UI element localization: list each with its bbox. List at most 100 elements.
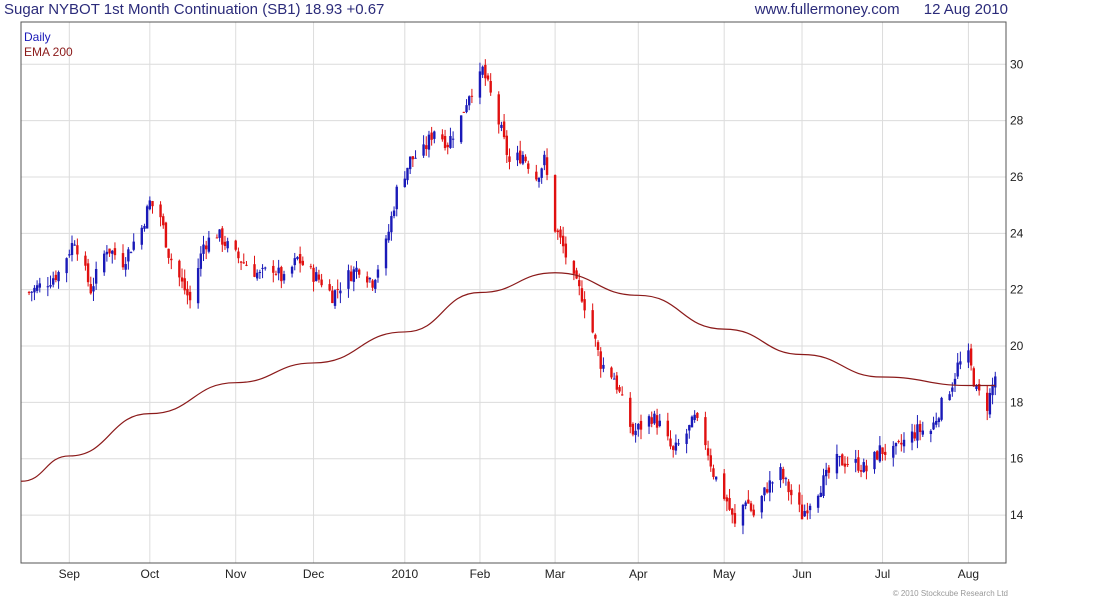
candle	[502, 114, 506, 140]
candle-body	[693, 414, 696, 420]
candle-body	[768, 480, 772, 493]
candle	[714, 476, 718, 482]
candle	[108, 248, 111, 257]
candle-body	[349, 271, 353, 281]
candle-body	[543, 154, 546, 166]
candle	[857, 449, 860, 473]
y-tick-label: 22	[1010, 283, 1024, 297]
candle-body	[215, 237, 219, 239]
candle-body	[113, 248, 117, 256]
candle-body	[535, 171, 538, 180]
candle	[38, 277, 41, 293]
x-axis: Sep Oct Nov Dec 2010 Feb Mar Apr May Jun Jul Aug	[59, 567, 979, 581]
candle	[916, 415, 919, 449]
candle-body	[317, 274, 321, 280]
candle	[105, 245, 109, 262]
candle	[132, 233, 135, 252]
candle-body	[655, 415, 659, 428]
candle	[556, 228, 559, 240]
candle	[253, 255, 256, 278]
candle	[969, 343, 973, 371]
candle-body	[65, 258, 68, 274]
candle-body	[669, 438, 672, 447]
candle-body	[127, 249, 130, 262]
candle-body	[68, 254, 71, 256]
candle	[368, 277, 372, 283]
candle-body	[27, 292, 31, 294]
candle-body	[822, 475, 825, 496]
candle	[838, 455, 841, 467]
candle-body	[620, 394, 624, 396]
candle-body	[733, 513, 737, 524]
candle-body	[564, 243, 568, 258]
candle-body	[787, 481, 790, 493]
candle	[977, 379, 981, 396]
x-tick-label: Oct	[140, 567, 159, 581]
candle	[489, 73, 492, 96]
candle-body	[500, 124, 503, 128]
candle-body	[696, 412, 699, 418]
candle-body	[712, 468, 715, 477]
candle-body	[374, 279, 377, 289]
candle	[591, 303, 594, 334]
candle-body	[272, 265, 275, 273]
candle	[446, 142, 449, 155]
candle-body	[221, 228, 224, 245]
candle	[282, 270, 286, 284]
candle-body	[612, 378, 616, 380]
candle	[988, 388, 992, 419]
candle-body	[489, 80, 492, 93]
candle	[631, 422, 635, 437]
candle	[808, 503, 812, 520]
candle-body	[779, 467, 782, 481]
candle	[430, 126, 433, 146]
candle	[215, 234, 219, 239]
candle	[618, 384, 621, 393]
candle	[937, 416, 941, 428]
candle-body	[132, 241, 135, 250]
candle	[583, 291, 586, 319]
candle	[408, 156, 412, 175]
candle-body	[878, 445, 882, 462]
candle-body	[481, 66, 484, 75]
candle	[798, 484, 801, 513]
candle	[972, 366, 975, 387]
candle	[615, 371, 619, 394]
candle	[148, 196, 152, 211]
candle	[264, 266, 267, 271]
candle-body	[414, 157, 417, 159]
candle-body	[722, 473, 726, 499]
candle	[374, 278, 377, 293]
candle	[451, 131, 455, 149]
candle-body	[956, 362, 959, 377]
candle	[129, 251, 133, 254]
candle	[553, 174, 557, 233]
copyright-note: © 2010 Stockcube Research Ltd	[892, 589, 1008, 598]
candlestick-series	[27, 59, 997, 535]
candle	[704, 411, 707, 450]
candle-body	[202, 244, 205, 254]
candle	[309, 263, 313, 270]
ema-200-line	[20, 272, 996, 482]
candle	[948, 391, 951, 401]
candle	[46, 276, 50, 297]
candle-body	[237, 251, 240, 259]
candle-body	[159, 204, 162, 218]
y-tick-label: 28	[1010, 114, 1024, 128]
candle	[894, 442, 898, 455]
candle	[414, 150, 417, 159]
candle	[543, 150, 546, 171]
candle-body	[430, 132, 433, 140]
candle-body	[253, 264, 256, 277]
candle-body	[441, 134, 444, 140]
candle-body	[677, 443, 680, 445]
candle	[470, 88, 474, 104]
candle-body	[320, 279, 323, 286]
candle-body	[204, 245, 208, 250]
candle	[653, 410, 656, 425]
candle-body	[328, 284, 331, 291]
candle-body	[347, 270, 350, 289]
candle	[312, 264, 315, 292]
candle-body	[103, 253, 106, 273]
candle	[481, 65, 484, 79]
